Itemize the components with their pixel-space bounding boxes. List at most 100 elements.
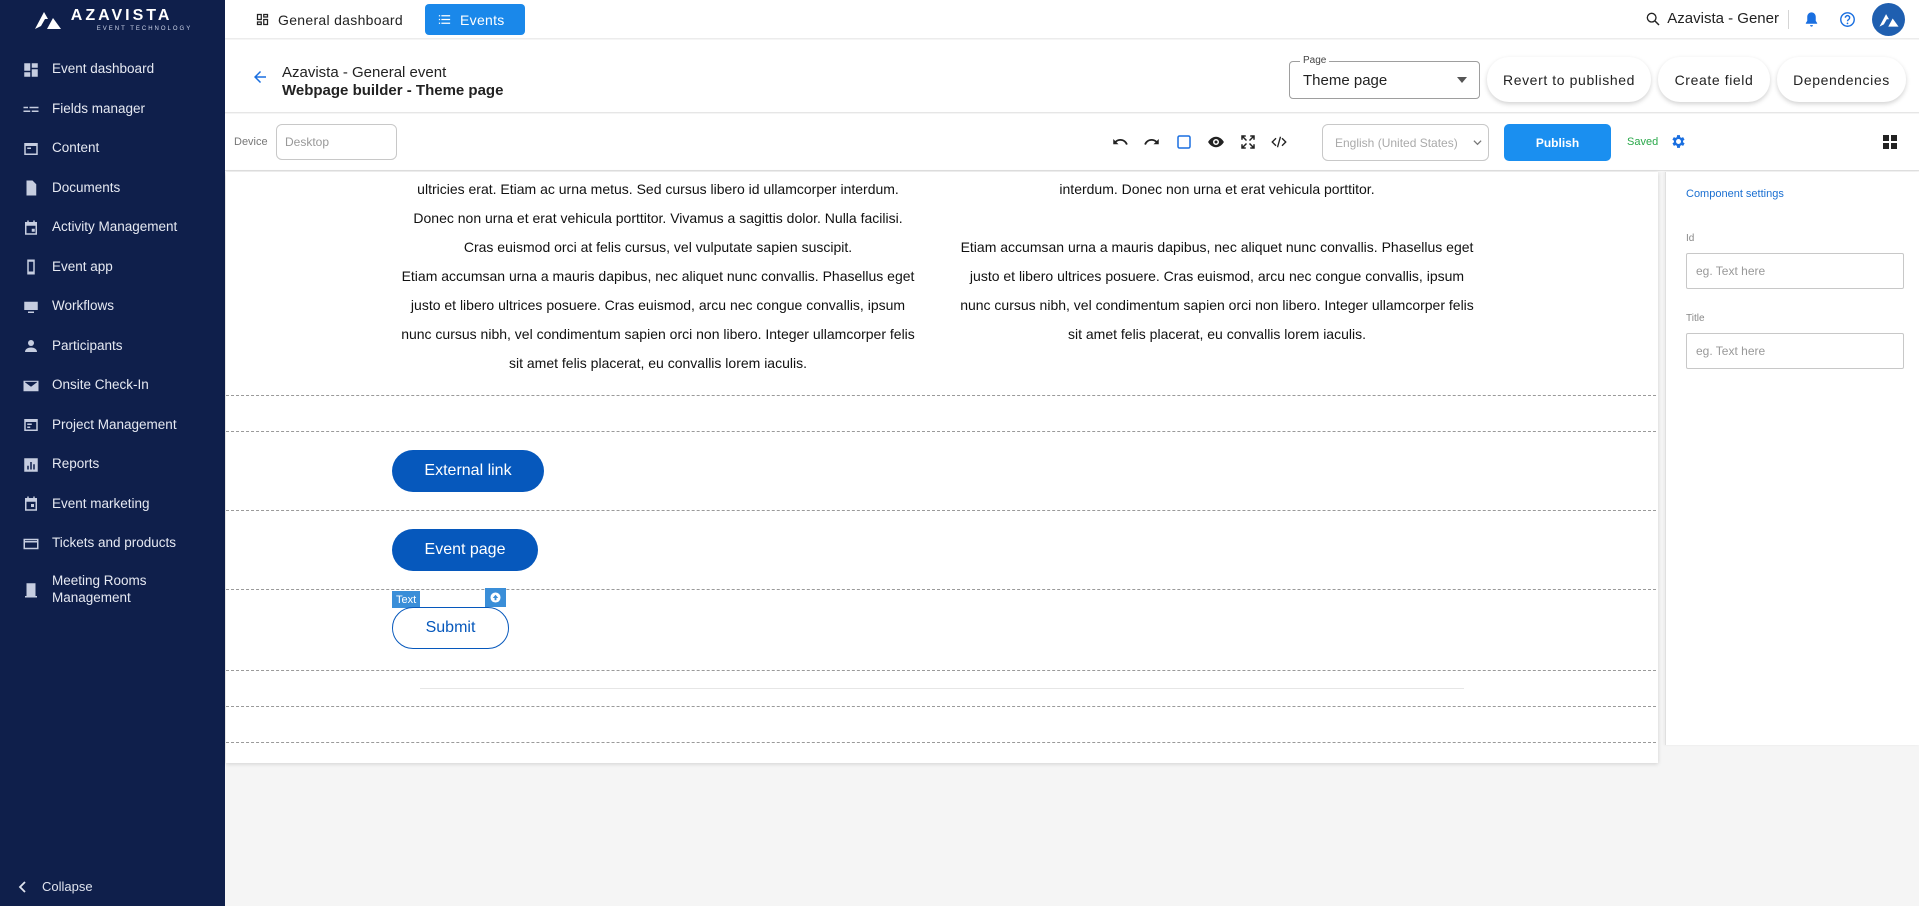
publish-button[interactable]: Publish (1504, 124, 1611, 161)
code-icon[interactable] (1270, 133, 1288, 151)
sidebar-item-documents[interactable]: Documents (0, 169, 225, 209)
sidebar-item-project-management[interactable]: Project Management (0, 406, 225, 446)
language-select[interactable]: English (United States) (1322, 124, 1489, 161)
sidebar-item-label: Event dashboard (52, 61, 155, 77)
id-input[interactable]: eg. Text here (1686, 253, 1904, 289)
top-bar: General dashboard Events Azavista - Gene… (225, 0, 1919, 39)
row-divider (226, 510, 1656, 511)
preview-eye-icon[interactable] (1207, 133, 1225, 151)
tab-general-dashboard[interactable]: General dashboard (243, 4, 415, 35)
text-line: Etiam accumsan urna a mauris dapibus, ne… (401, 268, 915, 284)
text-line: sit amet felis placerat, eu convallis lo… (1067, 326, 1366, 342)
document-icon (22, 179, 40, 197)
mail-icon (22, 377, 40, 395)
page-title: Webpage builder - Theme page (282, 82, 504, 99)
chevron-down-icon (1473, 140, 1482, 146)
sidebar-item-event-marketing[interactable]: Event marketing (0, 485, 225, 525)
page-select-legend: Page (1300, 55, 1330, 66)
collapse-button[interactable]: Collapse (18, 879, 93, 894)
sidebar-item-label: Participants (52, 337, 123, 353)
text-line: Donec non urna et erat vehicula porttito… (413, 210, 903, 226)
sidebar-item-meeting-rooms-management[interactable]: Meeting Rooms Management (0, 564, 225, 616)
brand-tagline: EVENT TECHNOLOGY (96, 26, 193, 32)
sidebar-item-label: Reports (52, 456, 100, 472)
phone-icon (22, 258, 40, 276)
text-line: Cras euismod orci at felis cursus, vel v… (463, 239, 853, 255)
sidebar-item-reports[interactable]: Reports (0, 445, 225, 485)
sidebar-nav: Event dashboard Fields manager Content D… (0, 50, 225, 616)
sidebar-item-label: Tickets and products (52, 535, 177, 551)
tab-label: Events (460, 11, 505, 28)
text-line: justo et libero ultrices posuere. Cras e… (969, 268, 1465, 284)
sidebar-item-participants[interactable]: Participants (0, 327, 225, 367)
create-field-button[interactable]: Create field (1658, 57, 1770, 102)
sidebar-item-label: Project Management (52, 416, 177, 432)
sidebar-item-label: Event marketing (52, 495, 150, 511)
sidebar-item-event-dashboard[interactable]: Event dashboard (0, 50, 225, 90)
azavista-avatar-icon (1878, 13, 1899, 27)
workflow-icon (22, 298, 40, 316)
title-input[interactable]: eg. Text here (1686, 333, 1904, 369)
saved-status: Saved (1627, 136, 1659, 148)
fields-icon (22, 100, 40, 118)
text-line: sit amet felis placerat, eu convallis lo… (508, 355, 807, 371)
id-label: Id (1686, 233, 1695, 244)
device-select[interactable]: Desktop (276, 124, 397, 160)
back-arrow-icon[interactable] (251, 68, 269, 86)
sidebar-item-onsite-check-in[interactable]: Onsite Check-In (0, 366, 225, 406)
sidebar-item-label: Activity Management (52, 219, 178, 235)
page-select[interactable]: Page Theme page (1289, 55, 1480, 99)
row-divider (226, 742, 1656, 743)
external-link-button[interactable]: External link (392, 450, 544, 492)
sidebar-item-event-app[interactable]: Event app (0, 248, 225, 288)
sidebar-item-workflows[interactable]: Workflows (0, 287, 225, 327)
gear-icon[interactable] (1670, 133, 1687, 150)
sidebar-item-label: Fields manager (52, 100, 146, 116)
project-icon (22, 416, 40, 434)
sidebar-item-fields-manager[interactable]: Fields manager (0, 90, 225, 130)
blocks-grid-icon[interactable] (1882, 134, 1898, 150)
component-settings-panel: Component settings Id eg. Text here Titl… (1665, 172, 1919, 745)
event-page-button[interactable]: Event page (392, 529, 538, 571)
help-icon[interactable] (1839, 11, 1856, 28)
text-line: justo et libero ultrices posuere. Cras e… (410, 297, 906, 313)
person-icon (22, 337, 40, 355)
component-outline-icon[interactable] (1175, 133, 1193, 151)
chart-icon (22, 456, 40, 474)
text-column-right[interactable]: interdum. Donec non urna et erat vehicul… (949, 175, 1485, 349)
select-parent-button[interactable] (485, 588, 506, 607)
selected-component-badge: Text (392, 591, 421, 608)
search-icon (1646, 12, 1660, 26)
row-divider (226, 589, 1656, 590)
collapse-label: Collapse (42, 879, 93, 894)
sidebar-item-label: Onsite Check-In (52, 377, 149, 393)
chevron-left-icon (18, 880, 26, 893)
revert-to-published-button[interactable]: Revert to published (1487, 57, 1651, 102)
horizontal-rule[interactable] (420, 688, 1464, 689)
submit-button[interactable]: Submit (392, 607, 509, 649)
sidebar-item-tickets-and-products[interactable]: Tickets and products (0, 524, 225, 564)
redo-icon[interactable] (1143, 133, 1161, 151)
bell-icon[interactable] (1803, 11, 1820, 28)
room-icon (22, 581, 40, 599)
dependencies-button[interactable]: Dependencies (1777, 57, 1906, 102)
brand-logo[interactable]: AZAVISTA EVENT TECHNOLOGY (0, 0, 225, 40)
sidebar-item-activity-management[interactable]: Activity Management (0, 208, 225, 248)
text-column-left[interactable]: ultricies erat. Etiam ac urna metus. Sed… (390, 175, 926, 378)
text-line: nunc cursus nibh, vel condimentum sapien… (401, 326, 915, 342)
calendar-icon (22, 219, 40, 237)
sidebar-item-content[interactable]: Content (0, 129, 225, 169)
dashboard-icon (22, 61, 40, 79)
avatar[interactable] (1872, 3, 1905, 36)
fullscreen-icon[interactable] (1239, 133, 1257, 151)
event-header: Azavista - General event Webpage builder… (225, 40, 1919, 113)
event-search[interactable]: Azavista - Gener (1645, 10, 1779, 27)
text-line: nunc cursus nibh, vel condimentum sapien… (960, 297, 1474, 313)
device-label: Device (234, 136, 268, 148)
calendar-event-icon (22, 495, 40, 513)
settings-title: Component settings (1686, 188, 1784, 200)
undo-icon[interactable] (1111, 133, 1129, 151)
language-value: English (United States) (1335, 135, 1458, 150)
tab-events[interactable]: Events (425, 4, 525, 35)
row-divider (226, 431, 1656, 432)
